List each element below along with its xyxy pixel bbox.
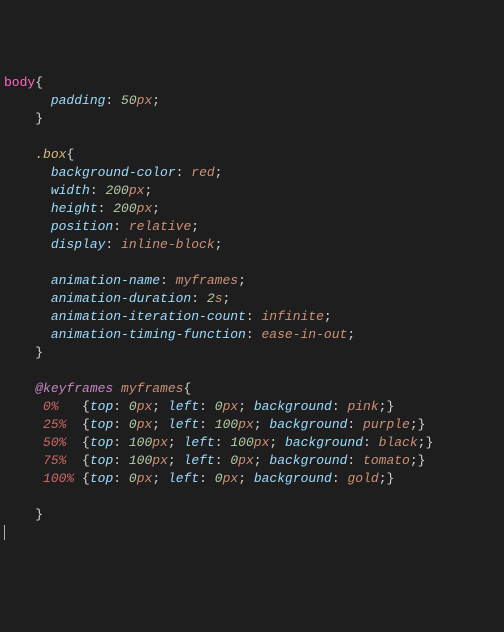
text-cursor [4,525,5,540]
box-rules-2: animation-name: myframes; animation-dura… [4,273,355,342]
selector-body: body [4,75,35,90]
code-editor[interactable]: body{ padding: 50px; } .box{ background-… [0,72,504,542]
body-rules: padding: 50px; [4,93,160,108]
selector-box: .box [35,147,66,162]
keyframes-keyword: @keyframes [35,381,113,396]
open-brace: { [35,75,43,90]
close-brace: } [35,111,43,126]
keyframes-name: myframes [121,381,183,396]
box-rules-1: background-color: red; width: 200px; hei… [4,165,222,252]
keyframes-body: 0% {top: 0px; left: 0px; background: pin… [4,399,433,486]
